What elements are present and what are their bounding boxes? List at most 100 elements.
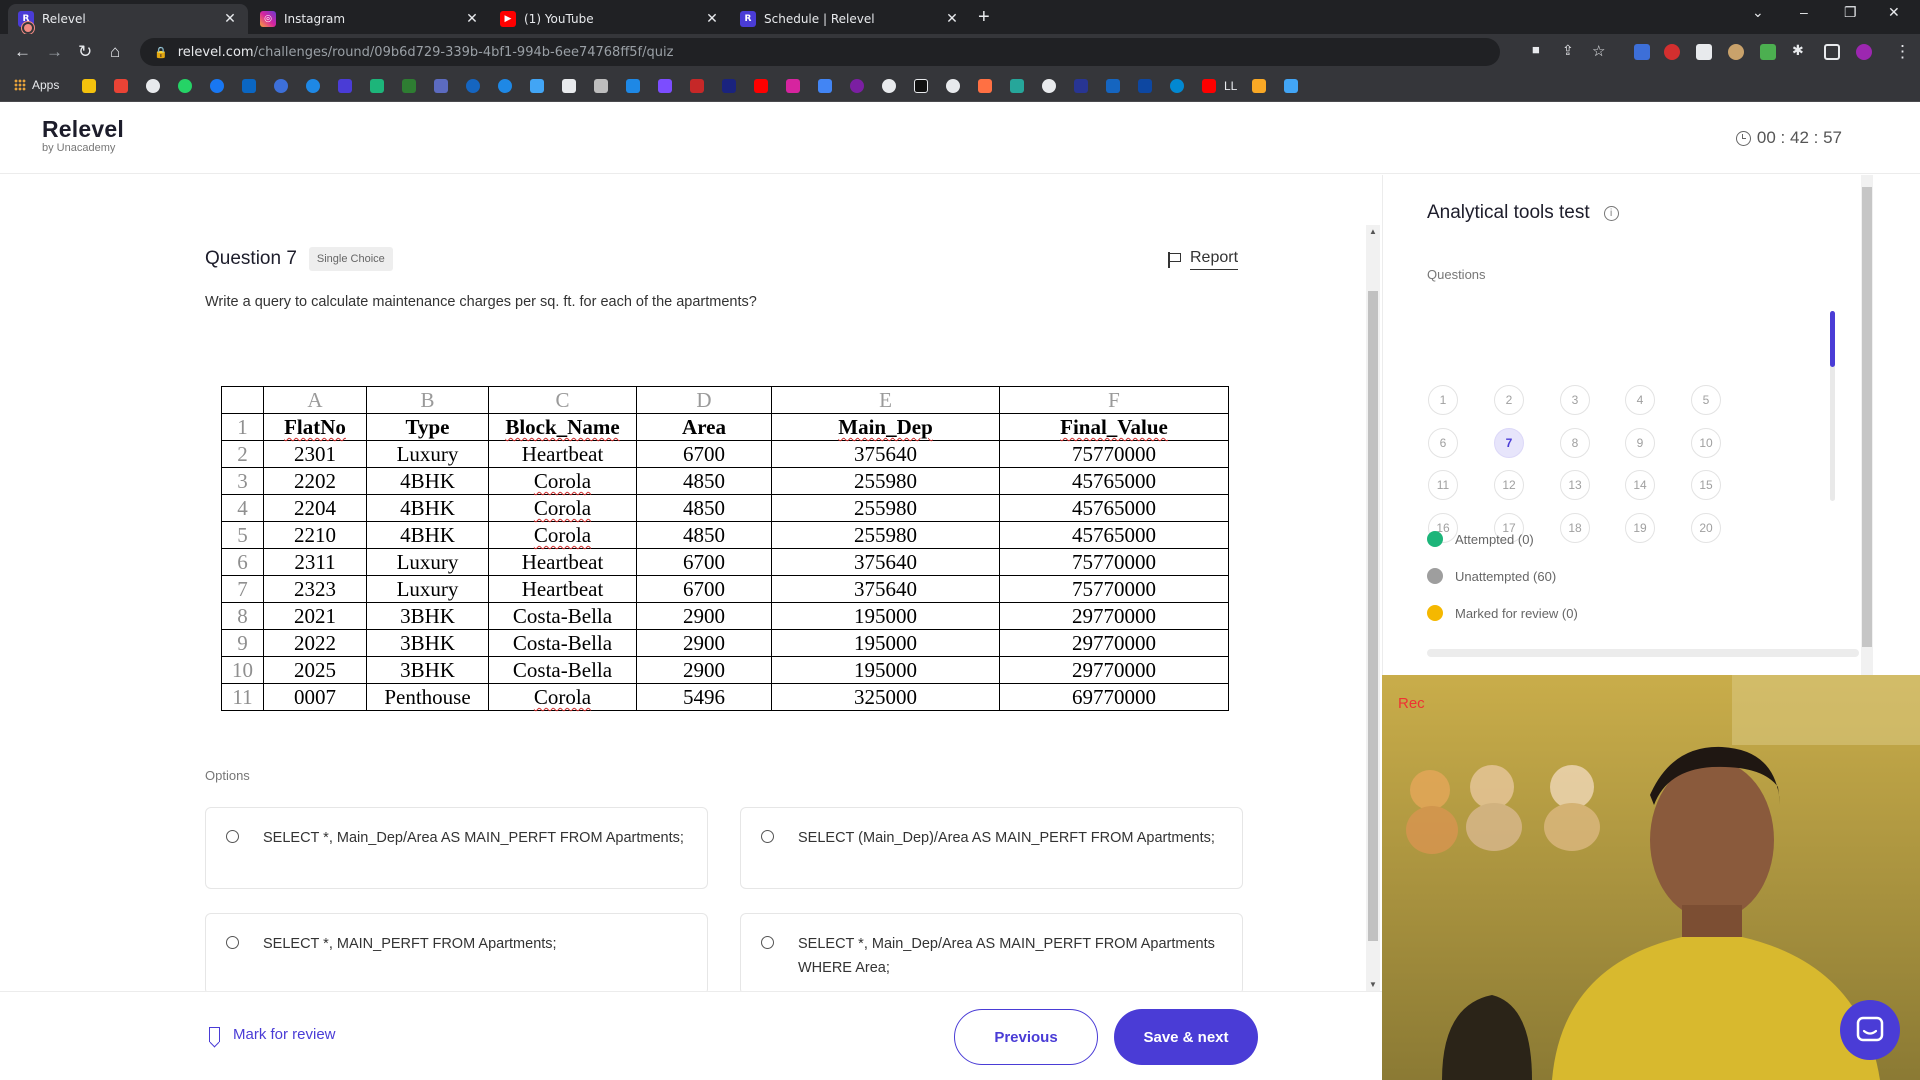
cloud-icon[interactable] — [530, 79, 544, 93]
question-number-2[interactable]: 2 — [1494, 385, 1524, 415]
bookmark-icon[interactable] — [402, 79, 416, 93]
scrollbar-thumb[interactable] — [1368, 291, 1378, 941]
address-bar[interactable]: 🔒 relevel.com/challenges/round/09b6d729-… — [140, 38, 1500, 66]
bookmark-apps[interactable]: Apps — [14, 78, 59, 92]
close-window-icon[interactable]: ✕ — [1888, 4, 1900, 21]
tab-schedule-relevel[interactable]: R Schedule | Relevel ✕ — [730, 4, 970, 34]
profile-avatar-icon[interactable] — [1856, 44, 1872, 60]
settings-icon[interactable] — [146, 79, 160, 93]
brand-logo[interactable]: Relevel by Unacademy — [42, 116, 124, 154]
bookmark-icon[interactable] — [690, 79, 704, 93]
youtube-bookmark-icon[interactable] — [754, 79, 768, 93]
close-tab-icon[interactable]: ✕ — [464, 11, 480, 27]
question-number-7[interactable]: 7 — [1494, 428, 1524, 458]
question-number-1[interactable]: 1 — [1428, 385, 1458, 415]
tab-instagram[interactable]: ◎ Instagram ✕ — [250, 4, 490, 34]
bookmark-icon[interactable] — [306, 79, 320, 93]
bookmark-icon[interactable] — [882, 79, 896, 93]
share-icon[interactable]: ⇪ — [1562, 42, 1574, 59]
bookmark-icon[interactable] — [1042, 79, 1056, 93]
question-number-13[interactable]: 13 — [1560, 470, 1590, 500]
save-and-next-button[interactable]: Save & next — [1114, 1009, 1258, 1065]
question-number-6[interactable]: 6 — [1428, 428, 1458, 458]
bookmark-icon[interactable] — [498, 79, 512, 93]
bookmark-icon[interactable] — [1252, 79, 1266, 93]
question-number-18[interactable]: 18 — [1560, 513, 1590, 543]
bookmark-icon[interactable] — [1010, 79, 1024, 93]
close-tab-icon[interactable]: ✕ — [944, 11, 960, 27]
bookmark-icon[interactable] — [1074, 79, 1088, 93]
question-number-10[interactable]: 10 — [1691, 428, 1721, 458]
linkedin-icon[interactable] — [242, 79, 256, 93]
extension-icon[interactable] — [1634, 44, 1650, 60]
question-number-20[interactable]: 20 — [1691, 513, 1721, 543]
forward-icon[interactable]: → — [46, 42, 63, 62]
folder-icon[interactable] — [82, 79, 96, 93]
scrollbar-thumb[interactable] — [1830, 311, 1835, 367]
question-number-12[interactable]: 12 — [1494, 470, 1524, 500]
restore-icon[interactable]: ❐ — [1844, 4, 1857, 21]
extensions-puzzle-icon[interactable]: ✱ — [1792, 42, 1804, 59]
bookmark-icon[interactable] — [594, 79, 608, 93]
mark-for-review-button[interactable]: Mark for review — [209, 1026, 336, 1043]
bookmark-icon[interactable] — [850, 79, 864, 93]
camera-in-use-icon[interactable]: ■ — [1532, 42, 1540, 57]
github-icon[interactable] — [946, 79, 960, 93]
more-menu-icon[interactable]: ⋮ — [1894, 42, 1911, 62]
radio-button[interactable] — [226, 830, 239, 843]
radio-button[interactable] — [761, 936, 774, 949]
question-number-9[interactable]: 9 — [1625, 428, 1655, 458]
scroll-up-icon[interactable]: ▲ — [1369, 227, 1377, 236]
bookmark-star-icon[interactable]: ☆ — [1592, 42, 1605, 60]
report-button[interactable]: Report — [1168, 249, 1239, 270]
gmail-icon[interactable] — [114, 79, 128, 93]
extension-icon[interactable] — [1696, 44, 1712, 60]
bookmark-icon[interactable] — [466, 79, 480, 93]
amazon-icon[interactable] — [562, 79, 576, 93]
question-number-4[interactable]: 4 — [1625, 385, 1655, 415]
bookmark-icon[interactable] — [658, 79, 672, 93]
info-icon[interactable]: i — [1603, 205, 1619, 221]
database-icon[interactable] — [1284, 79, 1298, 93]
bookmark-icon[interactable] — [1106, 79, 1120, 93]
question-grid-scrollbar[interactable] — [1830, 311, 1835, 501]
instagram-bookmark-icon[interactable] — [786, 79, 800, 93]
option-b[interactable]: SELECT (Main_Dep)/Area AS MAIN_PERFT FRO… — [740, 807, 1243, 889]
reload-icon[interactable]: ↻ — [78, 42, 92, 62]
relevel-bookmark-icon[interactable] — [338, 79, 352, 93]
bookmark-icon[interactable] — [434, 79, 448, 93]
whatsapp-icon[interactable] — [178, 79, 192, 93]
question-scrollbar[interactable]: ▲ ▼ — [1366, 225, 1380, 991]
back-icon[interactable]: ← — [14, 42, 31, 62]
bookmark-icon[interactable] — [274, 79, 288, 93]
radio-button[interactable] — [226, 936, 239, 949]
facebook-icon[interactable] — [210, 79, 224, 93]
tab-youtube[interactable]: ▶ (1) YouTube ✕ — [490, 4, 730, 34]
translate-icon[interactable] — [818, 79, 832, 93]
new-tab-icon[interactable]: + — [978, 6, 990, 29]
tab-relevel[interactable]: R Relevel ✕ — [8, 4, 248, 34]
bookmark-ll[interactable]: LL — [1224, 79, 1237, 93]
bookmark-icon[interactable] — [1170, 79, 1184, 93]
home-icon[interactable]: ⌂ — [110, 42, 120, 62]
bookmark-icon[interactable] — [370, 79, 384, 93]
youtube-bookmark-icon[interactable] — [1202, 79, 1216, 93]
radio-button[interactable] — [761, 830, 774, 843]
question-number-14[interactable]: 14 — [1625, 470, 1655, 500]
option-a[interactable]: SELECT *, Main_Dep/Area AS MAIN_PERFT FR… — [205, 807, 708, 889]
close-tab-icon[interactable]: ✕ — [704, 11, 720, 27]
question-number-3[interactable]: 3 — [1560, 385, 1590, 415]
option-c[interactable]: SELECT *, MAIN_PERFT FROM Apartments; — [205, 913, 708, 995]
question-number-19[interactable]: 19 — [1625, 513, 1655, 543]
option-d[interactable]: SELECT *, Main_Dep/Area AS MAIN_PERFT FR… — [740, 913, 1243, 995]
sidebar-scrollbar[interactable] — [1861, 175, 1873, 675]
scroll-down-icon[interactable]: ▼ — [1369, 980, 1377, 989]
extension-icon[interactable] — [1728, 44, 1744, 60]
adblock-icon[interactable] — [1664, 44, 1680, 60]
chat-support-button[interactable] — [1840, 1000, 1900, 1060]
question-number-11[interactable]: 11 — [1428, 470, 1458, 500]
question-number-8[interactable]: 8 — [1560, 428, 1590, 458]
scrollbar-thumb[interactable] — [1862, 187, 1872, 647]
bookmark-icon[interactable] — [914, 79, 928, 93]
previous-button[interactable]: Previous — [954, 1009, 1098, 1065]
